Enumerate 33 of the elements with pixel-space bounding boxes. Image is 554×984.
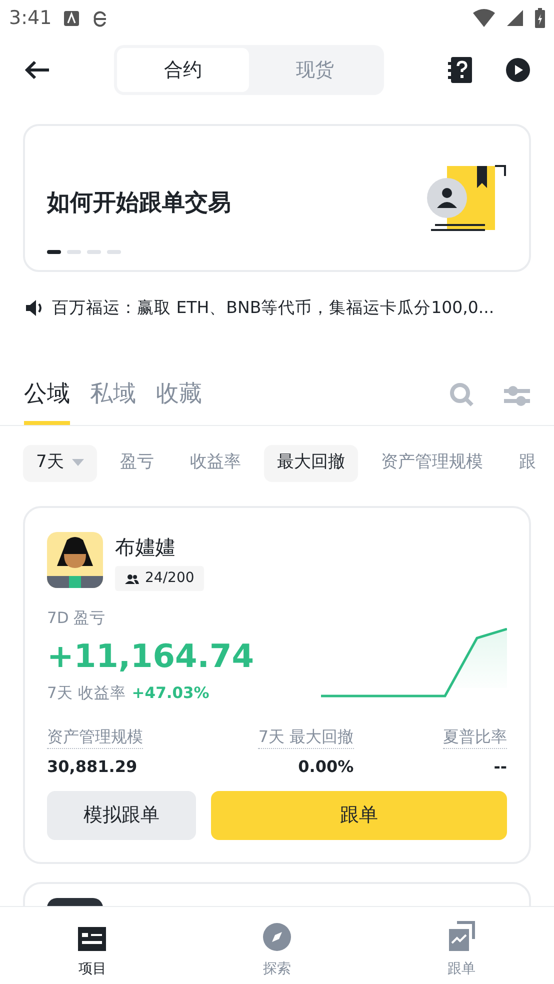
pnl-label: 7D 盈亏 bbox=[47, 608, 107, 629]
pnl-value: +11,164.74 bbox=[47, 636, 254, 676]
copy-trade-button[interactable]: 跟单 bbox=[211, 790, 507, 840]
stat-label[interactable]: 资产管理规模 bbox=[47, 726, 143, 748]
stat-value: -- bbox=[494, 756, 507, 778]
tab[interactable]: 公域 bbox=[24, 372, 70, 425]
sort-chip[interactable]: 最大回撤 bbox=[264, 444, 358, 482]
tab[interactable]: 收藏 bbox=[156, 372, 202, 425]
stat-value: 30,881.29 bbox=[47, 756, 138, 778]
sort-chip[interactable]: 收益率 bbox=[176, 444, 254, 482]
trader-name: 布嫿嫿 bbox=[115, 534, 176, 561]
banner-title: 如何开始跟单交易 bbox=[47, 188, 232, 218]
status-time: 3:41 bbox=[9, 6, 52, 31]
sort-chip[interactable]: 资产管理规模 bbox=[368, 444, 496, 482]
nav-item[interactable]: 项目 bbox=[0, 907, 185, 984]
nav-item[interactable]: 跟单 bbox=[369, 907, 554, 984]
roi-label: 7天 收益率 bbox=[47, 683, 126, 704]
roi-value: +47.03% bbox=[132, 683, 210, 704]
period-dropdown[interactable]: 7天 bbox=[23, 444, 97, 482]
nav-item[interactable]: 探索 bbox=[184, 907, 370, 984]
stat-value: 0.00% bbox=[298, 756, 354, 778]
notice-text[interactable]: 百万福运：赢取 ETH、BNB等代币，集福运卡瓜分100,0... bbox=[52, 296, 494, 320]
banner-card[interactable]: 如何开始跟单交易 bbox=[23, 124, 531, 272]
trader-card[interactable]: 布嫿嫿 24/200 7D 盈亏 +11,164.74 7天 收益率 +47.03% 资产管理规模 30,881.29 7天 最大回撤 0.00% 夏普比率 -- 模拟跟单 跟单 bbox=[23, 506, 531, 864]
tab[interactable]: 私域 bbox=[90, 372, 136, 425]
stat-label[interactable]: 7天 最大回撤 bbox=[258, 726, 354, 748]
segment-tab[interactable]: 合约 bbox=[117, 48, 249, 92]
segment-tab[interactable]: 现货 bbox=[249, 48, 381, 92]
stat-label[interactable]: 夏普比率 bbox=[442, 726, 507, 748]
sort-chip[interactable]: 跟 bbox=[506, 444, 549, 482]
sort-chip[interactable]: 盈亏 bbox=[106, 444, 167, 482]
mock-copy-button[interactable]: 模拟跟单 bbox=[47, 790, 196, 840]
followers-count: 24/200 bbox=[145, 569, 194, 588]
